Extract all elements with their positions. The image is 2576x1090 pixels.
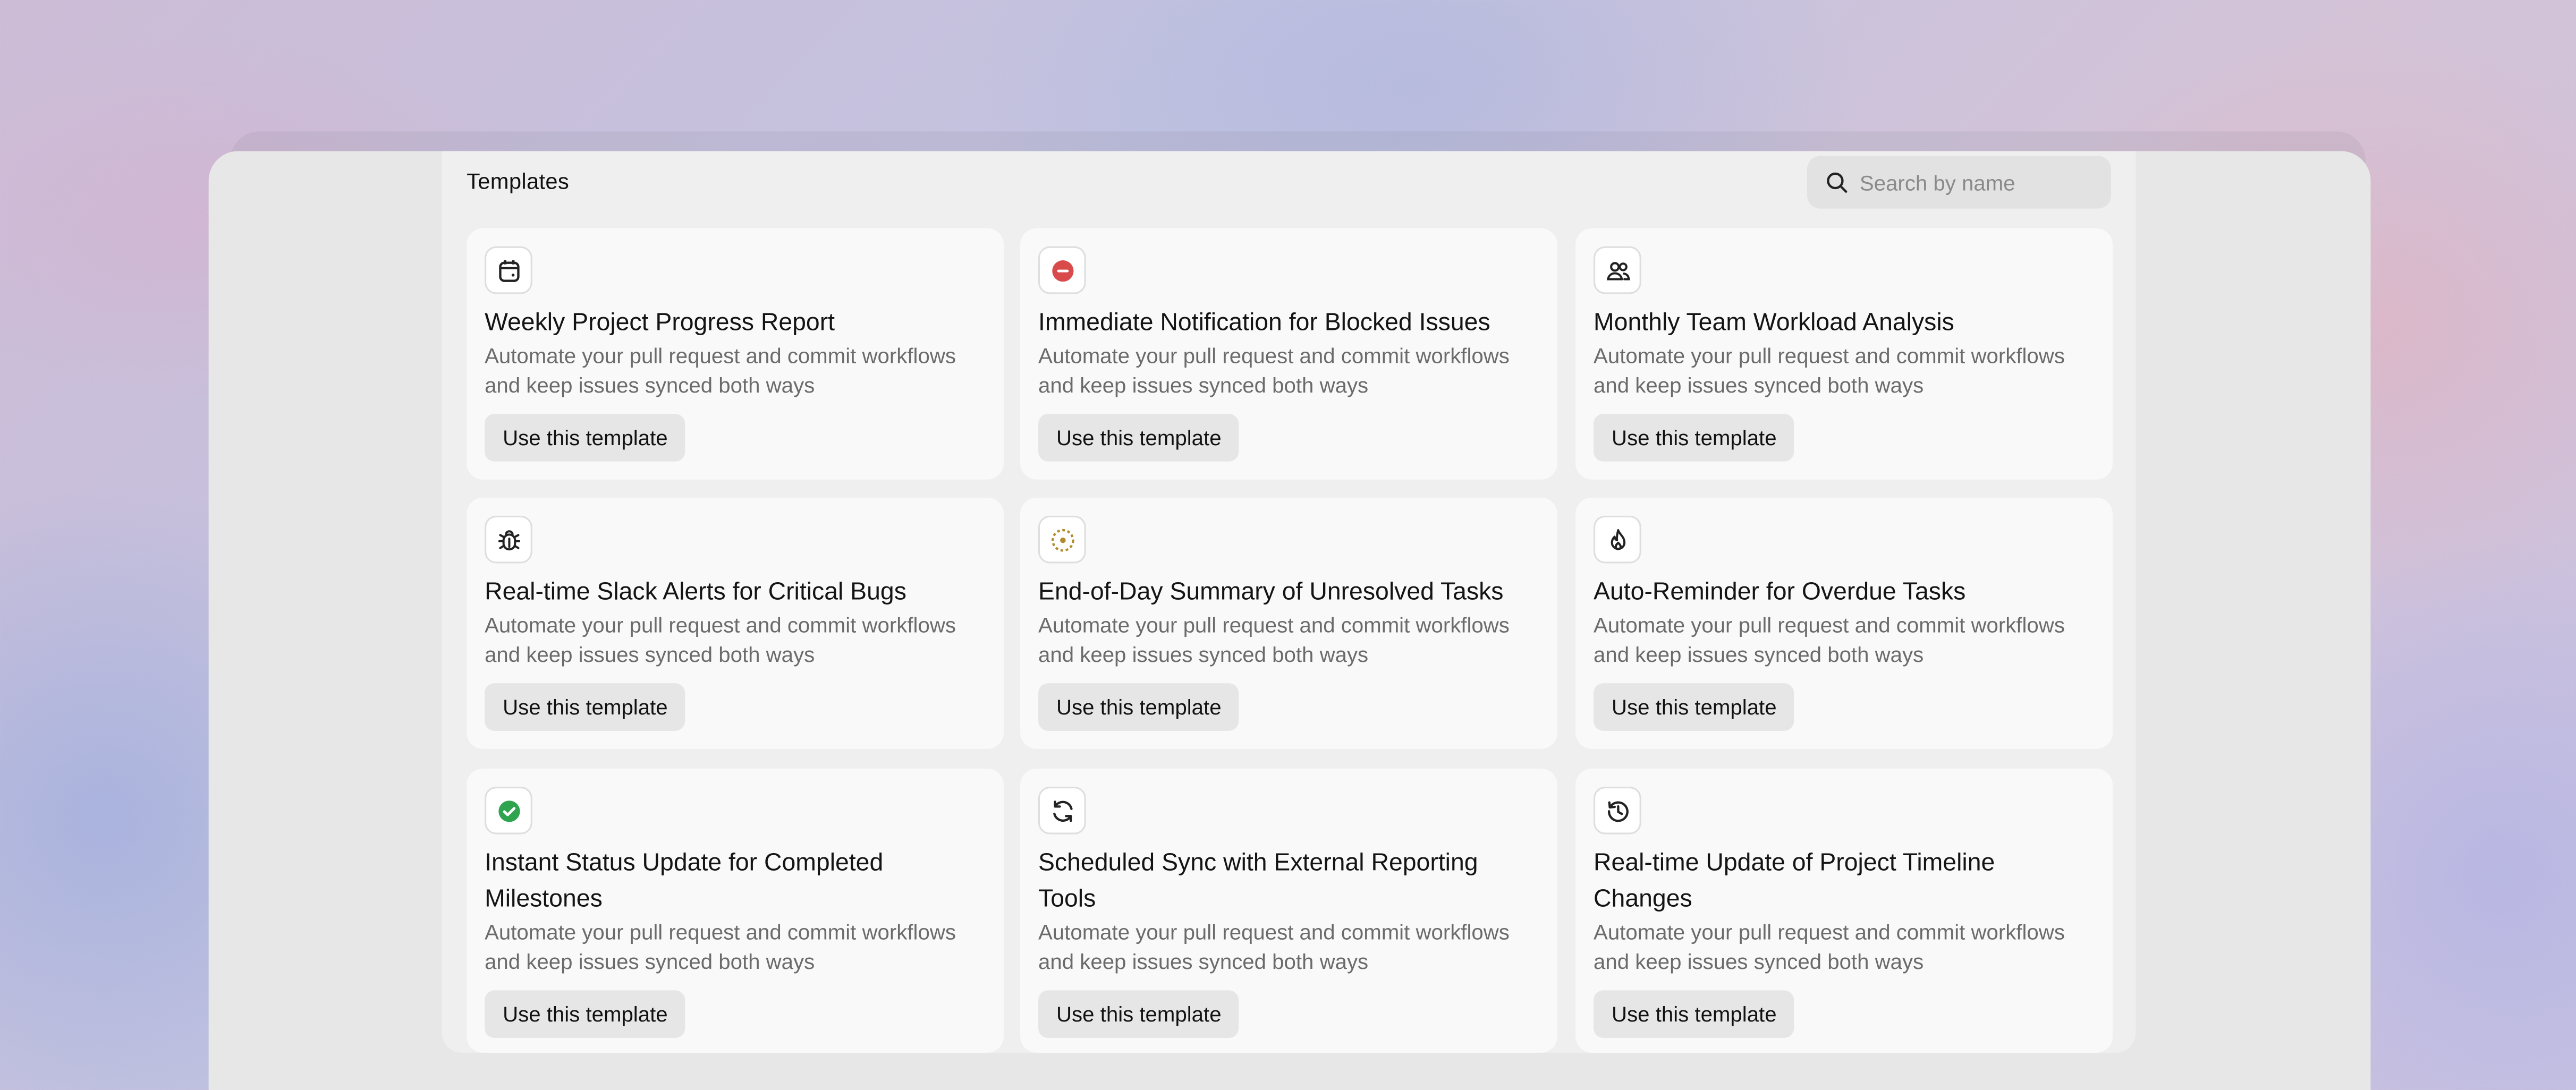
template-description: Automate your pull request and commit wo… (485, 919, 956, 974)
template-description: Automate your pull request and commit wo… (485, 612, 956, 667)
search-icon (1827, 172, 1848, 193)
template-description: Automate your pull request and commit wo… (1038, 919, 1510, 974)
sync-icon (1038, 786, 1086, 834)
flame-icon (1594, 515, 1641, 564)
bug-icon (485, 515, 532, 564)
history-icon (1594, 786, 1641, 834)
template-card: Monthly Team Workload Analysis Automate … (1575, 228, 2113, 480)
template-title: Real-time Update of Project Timeline Cha… (1594, 849, 1995, 914)
template-title: Instant Status Update for Completed Mile… (485, 849, 884, 914)
template-card: End-of-Day Summary of Unresolved Tasks A… (1020, 497, 1558, 749)
check-circle-icon (485, 786, 532, 834)
use-template-button[interactable]: Use this template (1594, 990, 1795, 1038)
template-card: Scheduled Sync with External Reporting T… (1020, 768, 1558, 1053)
template-description: Automate your pull request and commit wo… (1594, 919, 2065, 974)
template-description: Automate your pull request and commit wo… (1594, 343, 2065, 398)
template-description: Automate your pull request and commit wo… (1594, 612, 2065, 667)
use-template-button[interactable]: Use this template (485, 990, 686, 1038)
template-description: Automate your pull request and commit wo… (1038, 343, 1510, 398)
template-card: Auto-Reminder for Overdue Tasks Automate… (1575, 497, 2113, 749)
template-title: Auto-Reminder for Overdue Tasks (1594, 578, 1966, 606)
use-template-button[interactable]: Use this template (1594, 414, 1795, 462)
template-card: Real-time Update of Project Timeline Cha… (1575, 768, 2113, 1053)
template-card: Instant Status Update for Completed Mile… (467, 768, 1004, 1053)
template-title: Immediate Notification for Blocked Issue… (1038, 309, 1490, 337)
template-title: Weekly Project Progress Report (485, 309, 835, 337)
dotted-circle-icon (1038, 515, 1086, 564)
blocked-icon (1038, 246, 1086, 294)
page-title: Templates (467, 169, 570, 194)
search-box[interactable] (1807, 156, 2111, 209)
use-template-button[interactable]: Use this template (485, 683, 686, 731)
template-card: Immediate Notification for Blocked Issue… (1020, 228, 1558, 480)
template-title: Scheduled Sync with External Reporting T… (1038, 849, 1478, 914)
use-template-button[interactable]: Use this template (485, 414, 686, 462)
app-canvas: Templates Weekly Project Progress Report… (0, 0, 2576, 1090)
template-title: End-of-Day Summary of Unresolved Tasks (1038, 578, 1504, 606)
use-template-button[interactable]: Use this template (1038, 414, 1240, 462)
use-template-button[interactable]: Use this template (1594, 683, 1795, 731)
use-template-button[interactable]: Use this template (1038, 990, 1240, 1038)
template-card: Weekly Project Progress Report Automate … (467, 228, 1004, 480)
template-description: Automate your pull request and commit wo… (485, 343, 956, 398)
search-input[interactable] (1859, 156, 2106, 209)
use-template-button[interactable]: Use this template (1038, 683, 1240, 731)
template-title: Real-time Slack Alerts for Critical Bugs (485, 578, 906, 606)
template-description: Automate your pull request and commit wo… (1038, 612, 1510, 667)
team-icon (1594, 246, 1641, 294)
template-title: Monthly Team Workload Analysis (1594, 309, 1954, 337)
template-card: Real-time Slack Alerts for Critical Bugs… (467, 497, 1004, 749)
calendar-icon (485, 246, 532, 294)
